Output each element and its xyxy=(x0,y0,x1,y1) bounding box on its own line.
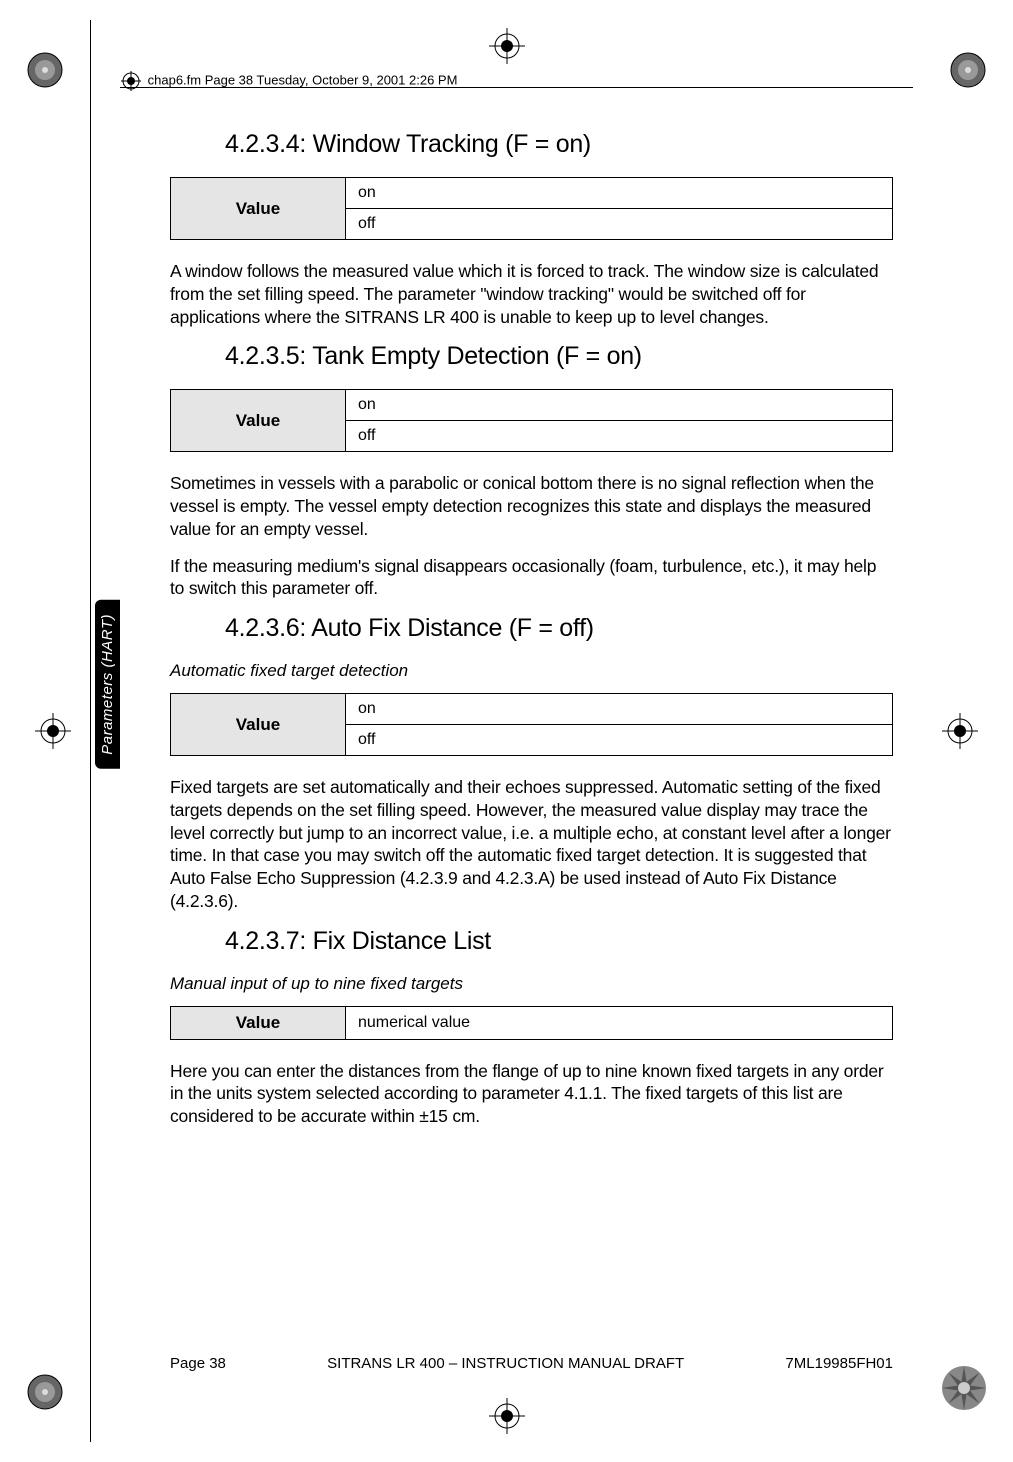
value-table: Value on off xyxy=(170,177,893,240)
body-paragraph: Sometimes in vessels with a parabolic or… xyxy=(170,472,893,540)
disc-icon xyxy=(948,50,988,90)
table-label: Value xyxy=(171,178,346,240)
disc-icon xyxy=(25,1372,65,1412)
body-paragraph: Here you can enter the distances from th… xyxy=(170,1060,893,1128)
margin-line xyxy=(90,20,91,1442)
table-cell: on xyxy=(346,178,893,209)
register-mark-icon xyxy=(942,713,978,749)
table-cell: off xyxy=(346,209,893,240)
register-mark-icon xyxy=(120,70,142,92)
side-tab: Parameters (HART) xyxy=(95,600,120,769)
table-label: Value xyxy=(171,694,346,756)
register-mark-icon xyxy=(489,28,525,64)
section-heading: 4.2.3.7: Fix Distance List xyxy=(225,927,893,956)
section-heading: 4.2.3.6: Auto Fix Distance (F = off) xyxy=(225,614,893,643)
value-table: Value on off xyxy=(170,389,893,452)
table-label: Value xyxy=(171,1006,346,1039)
section-subtitle: Automatic fixed target detection xyxy=(170,661,893,681)
section-heading: 4.2.3.5: Tank Empty Detection (F = on) xyxy=(225,342,893,371)
value-table: Value on off xyxy=(170,693,893,756)
body-paragraph: Fixed targets are set automatically and … xyxy=(170,776,893,913)
section-subtitle: Manual input of up to nine fixed targets xyxy=(170,974,893,994)
value-table: Value numerical value xyxy=(170,1006,893,1040)
content-area: 4.2.3.4: Window Tracking (F = on) Value … xyxy=(170,120,893,1332)
star-disc-icon xyxy=(940,1364,988,1412)
footer-page-number: Page 38 xyxy=(170,1355,226,1372)
table-cell: on xyxy=(346,390,893,421)
table-cell: on xyxy=(346,694,893,725)
section-heading: 4.2.3.4: Window Tracking (F = on) xyxy=(225,130,893,159)
table-cell: numerical value xyxy=(346,1006,893,1039)
page-header: chap6.fm Page 38 Tuesday, October 9, 200… xyxy=(120,70,913,88)
table-cell: off xyxy=(346,725,893,756)
register-mark-icon xyxy=(35,713,71,749)
disc-icon xyxy=(25,50,65,90)
table-cell: off xyxy=(346,421,893,452)
table-label: Value xyxy=(171,390,346,452)
header-text: chap6.fm Page 38 Tuesday, October 9, 200… xyxy=(148,72,458,87)
body-paragraph: A window follows the measured value whic… xyxy=(170,260,893,328)
footer-doc-id: 7ML19985FH01 xyxy=(785,1355,893,1372)
body-paragraph: If the measuring medium's signal disappe… xyxy=(170,555,893,601)
page-footer: Page 38 SITRANS LR 400 – INSTRUCTION MAN… xyxy=(170,1355,893,1372)
footer-title: SITRANS LR 400 – INSTRUCTION MANUAL DRAF… xyxy=(226,1355,786,1372)
register-mark-icon xyxy=(489,1398,525,1434)
